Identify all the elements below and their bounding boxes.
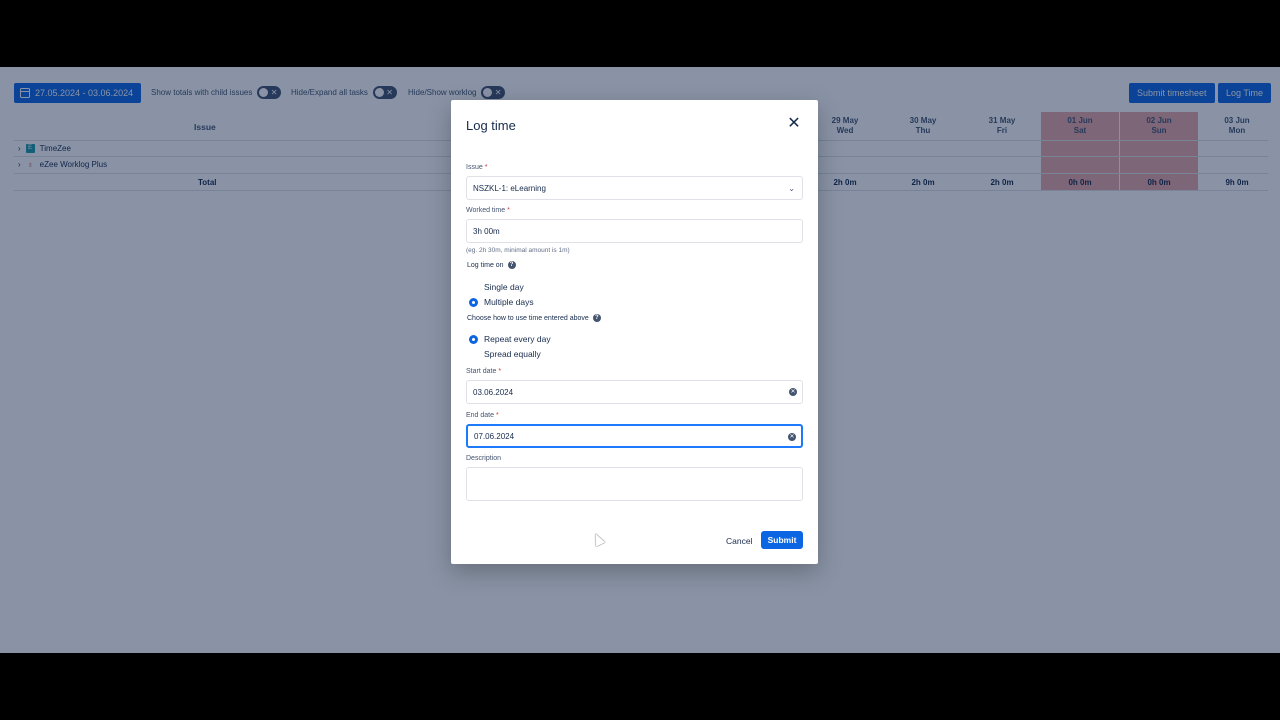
start-date-value: 03.06.2024 [473, 387, 514, 397]
description-textarea[interactable] [466, 467, 803, 501]
worked-time-value: 3h 00m [473, 226, 500, 236]
end-date-label: End date * [466, 412, 499, 419]
log-time-modal: Log time ✕ Issue * NSZKL-1: eLearning ⌄ … [451, 100, 818, 564]
radio-single-day[interactable]: Single day [469, 282, 524, 292]
log-time-on-label: Log time on ? [467, 261, 516, 269]
modal-title: Log time [466, 118, 516, 133]
worked-time-label: Worked time * [466, 207, 510, 214]
radio-button-checked[interactable] [469, 334, 478, 344]
submit-button[interactable]: Submit [761, 531, 803, 549]
radio-button[interactable] [469, 283, 478, 292]
choose-usage-label: Choose how to use time entered above ? [467, 314, 601, 322]
close-icon[interactable]: ✕ [786, 116, 802, 132]
help-icon[interactable]: ? [507, 261, 516, 269]
clear-icon[interactable]: ✕ [789, 388, 797, 396]
issue-select[interactable]: NSZKL-1: eLearning ⌄ [466, 176, 803, 200]
issue-label: Issue * [466, 164, 488, 171]
start-date-label: Start date * [466, 368, 502, 375]
worked-time-input[interactable]: 3h 00m [466, 219, 803, 243]
letterbox-bottom [0, 653, 1280, 720]
radio-multiple-days[interactable]: Multiple days [469, 297, 534, 307]
chevron-down-icon: ⌄ [788, 184, 795, 193]
radio-spread-equally[interactable]: Spread equally [469, 349, 541, 359]
radio-button-checked[interactable] [469, 297, 478, 307]
help-icon[interactable]: ? [592, 314, 601, 322]
letterbox-top [0, 0, 1280, 67]
cancel-button[interactable]: Cancel [721, 532, 757, 550]
clear-icon[interactable]: ✕ [788, 433, 796, 441]
end-date-value: 07.06.2024 [474, 431, 515, 441]
issue-value: NSZKL-1: eLearning [473, 183, 546, 193]
start-date-input[interactable]: 03.06.2024 ✕ [466, 380, 803, 404]
radio-button[interactable] [469, 350, 478, 359]
radio-repeat-every-day[interactable]: Repeat every day [469, 334, 551, 344]
description-label: Description [466, 455, 502, 462]
worked-time-hint: (eg. 2h 30m, minimal amount is 1m) [466, 247, 570, 254]
end-date-input[interactable]: 07.06.2024 ✕ [466, 424, 803, 448]
